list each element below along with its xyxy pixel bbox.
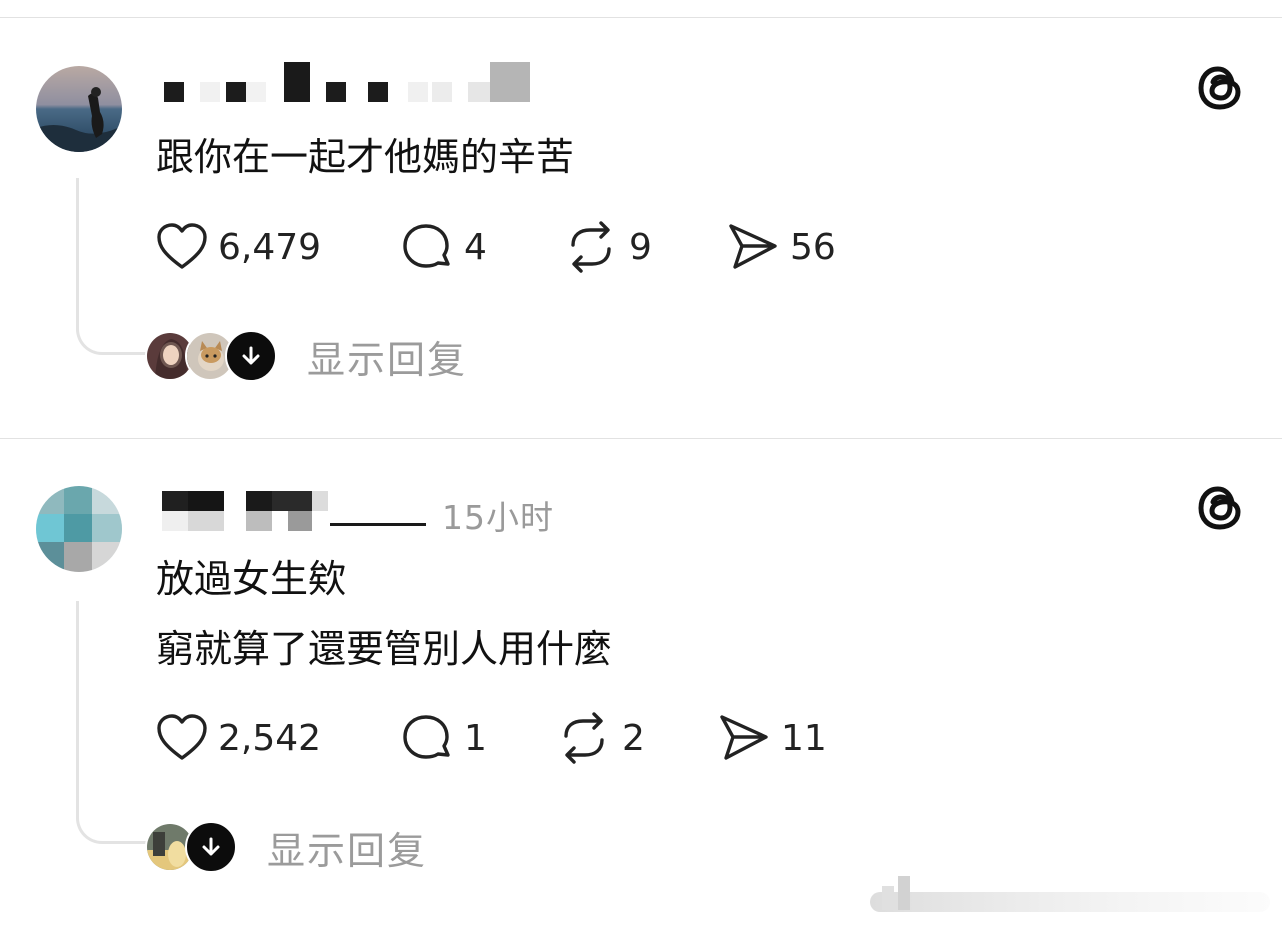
repost-button[interactable]: 9	[563, 221, 652, 273]
thread-connector-line	[76, 178, 149, 355]
post-1: 跟你在一起才他媽的辛苦 6,479 4 9 56 显示回复	[0, 0, 1282, 438]
show-replies-row[interactable]: 显示回复	[145, 821, 427, 873]
show-replies-label[interactable]: 显示回复	[267, 820, 427, 875]
post-timestamp: 15小时	[442, 498, 554, 537]
show-replies-label[interactable]: 显示回复	[307, 329, 467, 384]
repost-count: 2	[622, 717, 645, 759]
post-text-line: 跟你在一起才他媽的辛苦	[156, 135, 575, 179]
thread-connector-line	[76, 601, 149, 844]
threads-logo-icon[interactable]	[1194, 482, 1246, 534]
like-button[interactable]: 2,542	[156, 713, 321, 763]
reply-button[interactable]: 4	[400, 222, 487, 272]
post-body: 跟你在一起才他媽的辛苦	[156, 122, 574, 192]
post-text-line: 窮就算了還要管別人用什麼	[156, 627, 613, 671]
share-button[interactable]: 11	[717, 713, 827, 763]
share-count: 11	[781, 717, 827, 759]
watermark-graphic	[868, 874, 1273, 918]
comment-icon	[403, 224, 450, 268]
arrow-down-icon	[242, 346, 260, 365]
expand-replies-badge[interactable]	[225, 330, 277, 382]
reply-count: 1	[464, 717, 487, 759]
heart-icon	[157, 223, 207, 269]
post-2: 15小时 放過女生欸 窮就算了還要管別人用什麼 2,542 1 2 11 显示回…	[0, 439, 1282, 929]
threads-logo-icon[interactable]	[1194, 62, 1246, 114]
repost-icon	[564, 712, 604, 764]
arrow-down-icon	[202, 837, 220, 856]
comment-icon	[403, 715, 450, 759]
send-icon	[729, 224, 777, 269]
author-avatar[interactable]	[36, 486, 122, 572]
post-body: 放過女生欸 窮就算了還要管別人用什麼	[156, 544, 612, 684]
share-button[interactable]: 56	[726, 222, 836, 272]
like-count: 2,542	[218, 717, 322, 759]
like-count: 6,479	[218, 226, 322, 268]
repost-count: 9	[629, 226, 652, 268]
send-icon	[720, 715, 768, 760]
expand-replies-badge[interactable]	[185, 821, 237, 873]
share-count: 56	[790, 226, 836, 268]
author-username-redacted[interactable]	[150, 60, 540, 106]
repost-icon	[571, 221, 611, 273]
repost-button[interactable]: 2	[556, 712, 645, 764]
post-text-line: 放過女生欸	[156, 557, 347, 601]
show-replies-row[interactable]: 显示回复	[145, 330, 467, 382]
like-button[interactable]: 6,479	[156, 222, 321, 272]
author-avatar[interactable]	[36, 66, 122, 152]
reply-button[interactable]: 1	[400, 713, 487, 763]
heart-icon	[157, 714, 207, 760]
author-username-redacted[interactable]	[150, 489, 440, 535]
reply-count: 4	[464, 226, 487, 268]
